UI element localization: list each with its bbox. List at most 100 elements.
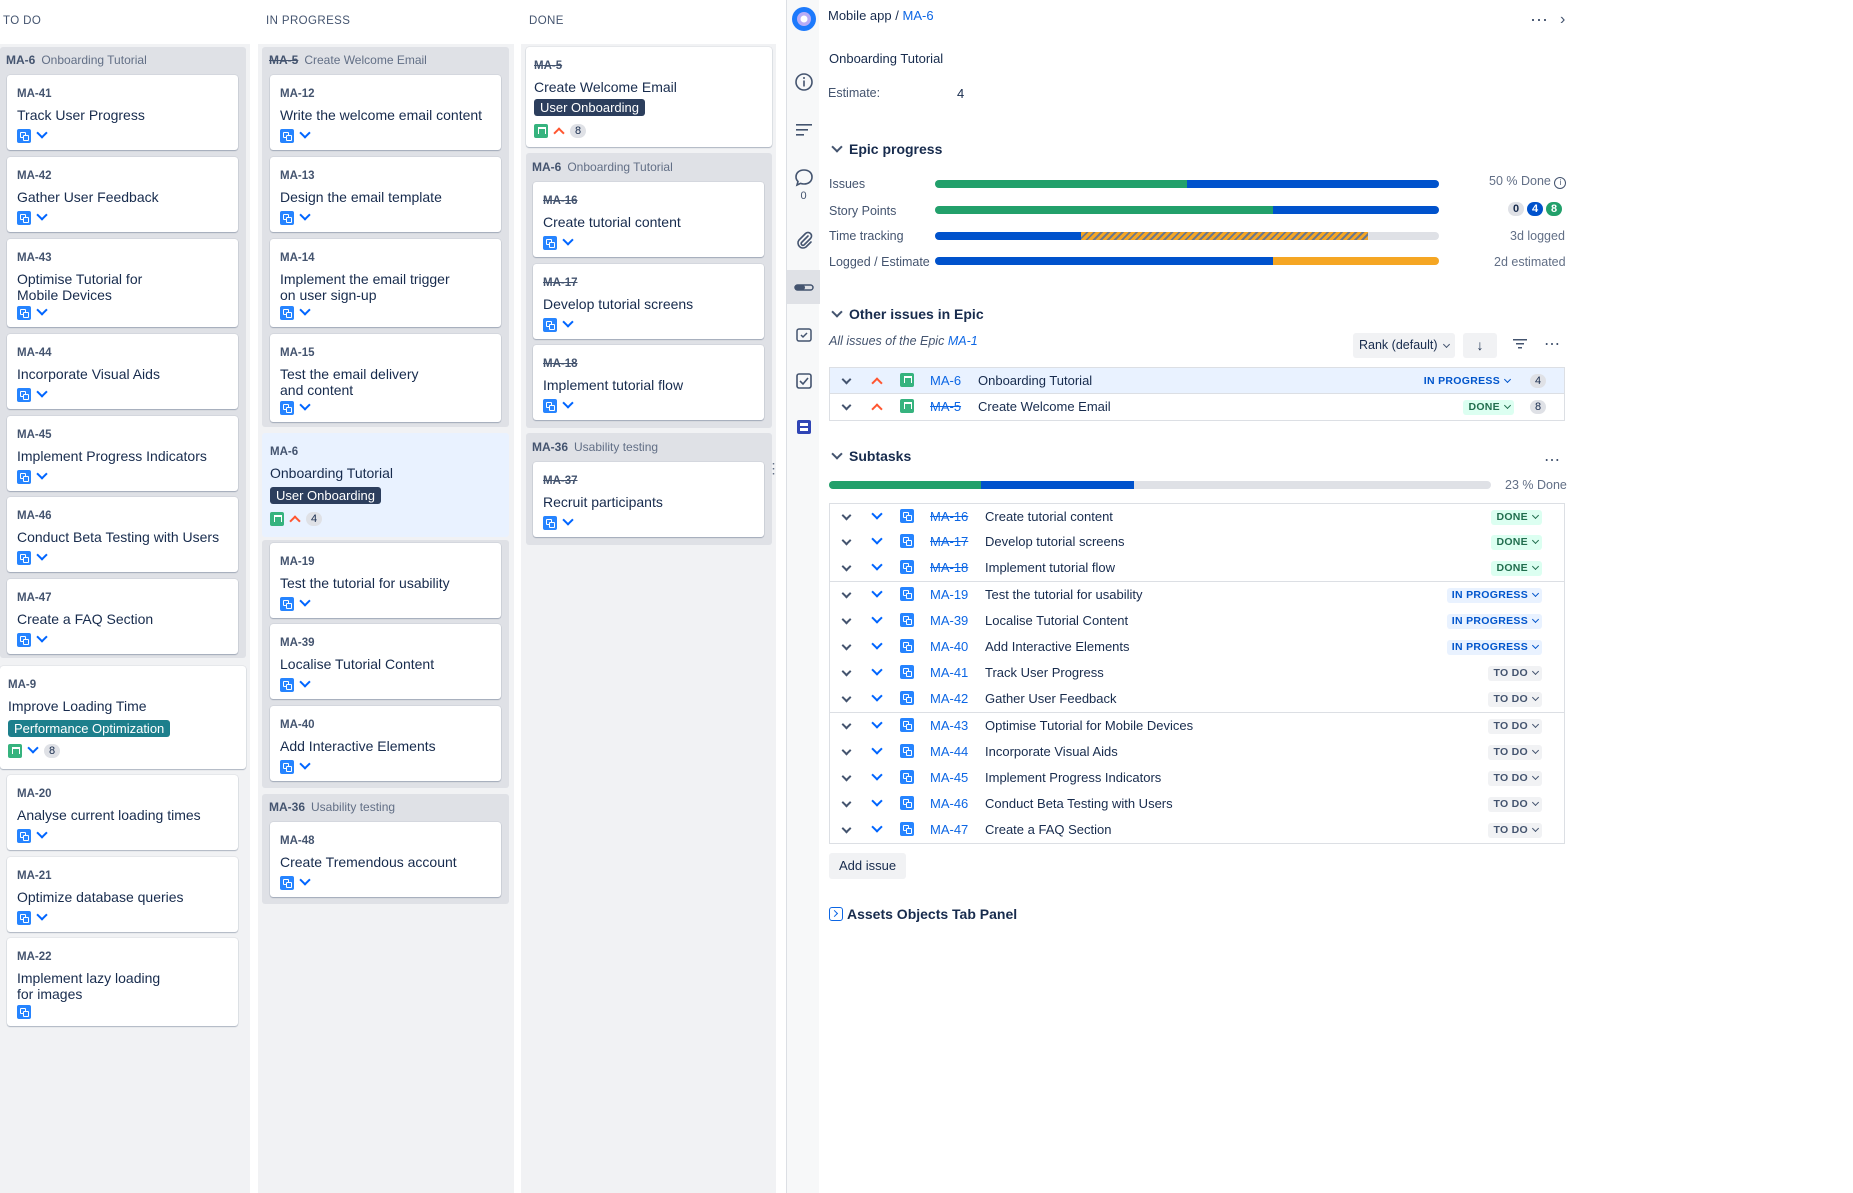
subtask-key[interactable]: MA-45	[930, 765, 968, 791]
subtask-summary[interactable]: Track User Progress	[985, 660, 1104, 686]
issue-card[interactable]: MA-48 Create Tremendous account	[270, 822, 501, 897]
expand-chevron-icon[interactable]	[840, 394, 854, 420]
status-dropdown[interactable]: DONE	[1491, 510, 1542, 525]
issue-card[interactable]: MA-22 Implement lazy loading for images	[7, 938, 238, 1026]
status-dropdown[interactable]: TO DO	[1488, 666, 1542, 681]
issue-card[interactable]: MA-19 Test the tutorial for usability	[270, 543, 501, 618]
subtask-key[interactable]: MA-43	[930, 713, 968, 739]
subtasks-heading[interactable]: Subtasks	[829, 448, 911, 464]
issue-card[interactable]: MA-45 Implement Progress Indicators	[7, 416, 238, 491]
expand-chevron-icon[interactable]	[840, 791, 854, 817]
epic-issue-row[interactable]: MA-6 Onboarding Tutorial IN PROGRESS 4	[829, 367, 1565, 394]
other-issues-heading[interactable]: Other issues in Epic	[829, 306, 984, 322]
status-dropdown[interactable]: DONE	[1491, 535, 1542, 550]
group-header[interactable]: MA-36 Usability testing	[532, 440, 658, 454]
status-dropdown[interactable]: TO DO	[1488, 797, 1542, 812]
status-dropdown[interactable]: TO DO	[1488, 745, 1542, 760]
expand-chevron-icon[interactable]	[840, 368, 854, 394]
subtask-summary[interactable]: Create a FAQ Section	[985, 817, 1111, 843]
parent-card[interactable]: MA-5 Create Welcome Email User Onboardin…	[526, 47, 772, 147]
issue-card[interactable]: MA-21 Optimize database queries	[7, 857, 238, 932]
rank-sort-dropdown[interactable]: Rank (default)	[1353, 333, 1455, 358]
issue-summary[interactable]: Onboarding Tutorial	[978, 368, 1092, 394]
subtask-key[interactable]: MA-42	[930, 686, 968, 712]
expand-chevron-icon[interactable]	[840, 582, 854, 608]
subtask-key[interactable]: MA-18	[930, 555, 968, 581]
expand-chevron-icon[interactable]	[840, 739, 854, 765]
subtask-key[interactable]: MA-46	[930, 791, 968, 817]
status-dropdown[interactable]: DONE	[1463, 400, 1514, 415]
issue-card[interactable]: MA-13 Design the email template	[270, 157, 501, 232]
drag-handle-icon[interactable]: ⋮	[757, 460, 790, 477]
subtask-summary[interactable]: Implement tutorial flow	[985, 555, 1115, 581]
subtask-key[interactable]: MA-16	[930, 504, 968, 530]
issue-card[interactable]: MA-46 Conduct Beta Testing with Users	[7, 497, 238, 572]
more-options-icon[interactable]: ⋯	[1544, 450, 1560, 470]
subtask-row[interactable]: MA-45 Implement Progress Indicators TO DO	[829, 765, 1565, 792]
issue-key[interactable]: MA-5	[930, 394, 961, 420]
expand-chevron-icon[interactable]	[840, 529, 854, 555]
group-header[interactable]: MA-5 Create Welcome Email	[269, 53, 427, 67]
status-dropdown[interactable]: TO DO	[1488, 771, 1542, 786]
task-check-icon[interactable]	[787, 372, 820, 395]
group-header[interactable]: MA-36 Usability testing	[269, 800, 395, 814]
subtask-key[interactable]: MA-44	[930, 739, 968, 765]
expand-chevron-icon[interactable]	[840, 817, 854, 843]
expand-chevron-icon[interactable]	[840, 765, 854, 791]
issue-summary[interactable]: Onboarding Tutorial	[829, 51, 943, 66]
subtask-row[interactable]: MA-46 Conduct Beta Testing with Users TO D…	[829, 791, 1565, 818]
issue-card[interactable]: MA-39 Localise Tutorial Content	[270, 624, 501, 699]
issue-card[interactable]: MA-20 Analyse current loading times	[7, 775, 238, 850]
expand-chevron-icon[interactable]	[840, 686, 854, 712]
close-icon[interactable]: ›	[1560, 11, 1565, 29]
status-dropdown[interactable]: IN PROGRESS	[1419, 374, 1514, 389]
issue-card[interactable]: MA-16 Create tutorial content	[533, 182, 764, 257]
status-dropdown[interactable]: TO DO	[1488, 692, 1542, 707]
subtask-summary[interactable]: Localise Tutorial Content	[985, 608, 1128, 634]
subtask-key[interactable]: MA-17	[930, 529, 968, 555]
more-actions-icon[interactable]: ⋯	[1530, 10, 1549, 31]
subtask-key[interactable]: MA-41	[930, 660, 968, 686]
subtask-summary[interactable]: Conduct Beta Testing with Users	[985, 791, 1173, 817]
status-dropdown[interactable]: IN PROGRESS	[1446, 588, 1542, 603]
app-logo-icon[interactable]	[787, 6, 820, 37]
subtask-row[interactable]: MA-40 Add Interactive Elements IN PROGRESS	[829, 634, 1565, 661]
expand-chevron-icon[interactable]	[840, 713, 854, 739]
status-dropdown[interactable]: DONE	[1491, 561, 1542, 576]
subtask-key[interactable]: MA-39	[930, 608, 968, 634]
subtask-row[interactable]: MA-43 Optimise Tutorial for Mobile Device…	[829, 713, 1565, 740]
group-header[interactable]: MA-6 Onboarding Tutorial	[6, 53, 147, 67]
subtask-key[interactable]: MA-19	[930, 582, 968, 608]
status-dropdown[interactable]: TO DO	[1488, 719, 1542, 734]
subtask-row[interactable]: MA-41 Track User Progress TO DO	[829, 660, 1565, 687]
issue-card[interactable]: MA-17 Develop tutorial screens	[533, 264, 764, 339]
issue-card[interactable]: MA-40 Add Interactive Elements	[270, 706, 501, 781]
add-issue-button[interactable]: Add issue	[829, 853, 907, 879]
issue-card[interactable]: MA-12 Write the welcome email content	[270, 75, 501, 150]
info-icon[interactable]	[787, 72, 820, 97]
status-dropdown[interactable]: IN PROGRESS	[1446, 614, 1542, 629]
attachment-icon[interactable]	[787, 230, 820, 255]
subtask-row[interactable]: MA-44 Incorporate Visual Aids TO DO	[829, 739, 1565, 766]
progress-tab-icon[interactable]	[787, 270, 820, 304]
assets-icon[interactable]	[787, 418, 820, 441]
sort-direction-icon[interactable]: ↓	[1463, 333, 1497, 358]
issue-card[interactable]: MA-14 Implement the email trigger on use…	[270, 239, 501, 327]
subtask-summary[interactable]: Develop tutorial screens	[985, 529, 1124, 555]
assets-heading[interactable]: Assets Objects Tab Panel	[829, 906, 1017, 922]
subtask-row[interactable]: MA-42 Gather User Feedback TO DO	[829, 686, 1565, 713]
epic-progress-heading[interactable]: Epic progress	[829, 141, 942, 157]
subtask-row[interactable]: MA-39 Localise Tutorial Content IN PROGRES…	[829, 608, 1565, 635]
checklist-icon[interactable]	[787, 326, 820, 349]
subtask-summary[interactable]: Test the tutorial for usability	[985, 582, 1143, 608]
subtask-summary[interactable]: Add Interactive Elements	[985, 634, 1130, 660]
issue-card[interactable]: MA-42 Gather User Feedback	[7, 157, 238, 232]
issue-card[interactable]: MA-47 Create a FAQ Section	[7, 579, 238, 654]
issue-key[interactable]: MA-6	[930, 368, 961, 394]
subtask-row[interactable]: MA-17 Develop tutorial screens DONE	[829, 529, 1565, 556]
parent-card[interactable]: MA-9 Improve Loading Time Performance Op…	[0, 666, 246, 769]
expand-chevron-icon[interactable]	[840, 504, 854, 530]
subtask-row[interactable]: MA-19 Test the tutorial for usability IN P…	[829, 582, 1565, 609]
subtask-summary[interactable]: Create tutorial content	[985, 504, 1113, 530]
subtask-summary[interactable]: Optimise Tutorial for Mobile Devices	[985, 713, 1193, 739]
